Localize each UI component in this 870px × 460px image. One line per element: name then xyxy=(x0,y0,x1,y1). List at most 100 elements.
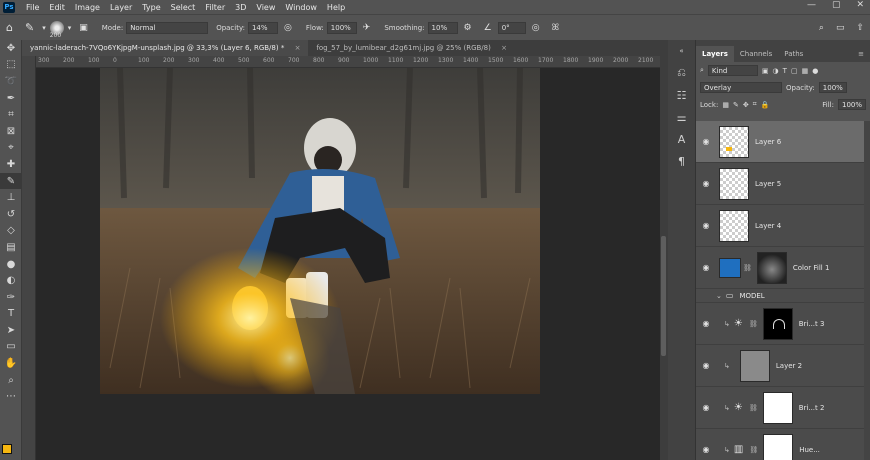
fill-field[interactable]: 100% xyxy=(837,99,866,110)
quick-select-tool-icon[interactable]: ✒ xyxy=(0,90,22,107)
lock-pixels-icon[interactable]: ▦ xyxy=(722,101,729,109)
home-icon[interactable]: ⌂ xyxy=(6,21,13,34)
brush-preset-picker[interactable]: 200 xyxy=(49,20,64,39)
eye-icon[interactable]: ◉ xyxy=(696,263,716,272)
canvas-vertical-scrollbar[interactable] xyxy=(660,56,668,460)
layer-row[interactable]: ◉ Layer 6 xyxy=(696,121,870,163)
tab-layers[interactable]: Layers xyxy=(696,46,734,62)
lock-artboard-icon[interactable]: ⌗ xyxy=(753,100,757,109)
menu-filter[interactable]: Filter xyxy=(200,3,230,12)
lock-all-icon[interactable]: 🔒 xyxy=(761,101,770,109)
filter-toggle-icon[interactable]: ● xyxy=(812,67,818,75)
layers-scrollbar[interactable] xyxy=(864,121,870,460)
foreground-color-swatch[interactable] xyxy=(2,444,12,454)
type-tool-icon[interactable]: T xyxy=(0,306,22,323)
pressure-opacity-icon[interactable]: ◎ xyxy=(284,23,292,33)
menu-select[interactable]: Select xyxy=(166,3,201,12)
collapse-panels-icon[interactable]: « xyxy=(668,40,695,62)
character-panel-icon[interactable]: A xyxy=(668,128,695,150)
menu-window[interactable]: Window xyxy=(280,3,322,12)
layer-row[interactable]: ◉ Layer 4 xyxy=(696,205,870,247)
document-canvas-image[interactable] xyxy=(100,68,540,394)
chevron-down-icon[interactable]: ⌄ xyxy=(716,292,722,300)
menu-layer[interactable]: Layer xyxy=(105,3,137,12)
airbrush-icon[interactable]: ✈ xyxy=(363,23,371,33)
history-brush-tool-icon[interactable]: ↺ xyxy=(0,206,22,223)
lock-paint-icon[interactable]: ✎ xyxy=(733,101,739,109)
eye-icon[interactable]: ◉ xyxy=(696,179,716,188)
clone-stamp-tool-icon[interactable]: ⊥ xyxy=(0,189,22,206)
layer-row[interactable]: ◉ ↳ ▥ ⛓ Hue... xyxy=(696,429,870,460)
hand-tool-icon[interactable]: ✋ xyxy=(0,355,22,372)
filter-pixel-icon[interactable]: ▣ xyxy=(762,67,769,75)
more-tools-icon[interactable]: ⋯ xyxy=(0,388,22,405)
layer-opacity-field[interactable]: 100% xyxy=(818,82,847,93)
move-tool-icon[interactable]: ✥ xyxy=(0,40,22,57)
document-tab-active[interactable]: yannic-laderach-7VQo6YKjpgM-unsplash.jpg… xyxy=(22,40,309,56)
brush-settings-icon[interactable]: ▣ xyxy=(79,23,88,33)
lock-position-icon[interactable]: ✥ xyxy=(743,101,749,109)
smoothing-field[interactable]: 10% xyxy=(427,21,458,34)
chevron-down-icon[interactable]: ▾ xyxy=(42,24,46,32)
menu-view[interactable]: View xyxy=(251,3,280,12)
eye-icon[interactable]: ◉ xyxy=(696,361,716,370)
flow-field[interactable]: 100% xyxy=(326,21,357,34)
brush-tool-icon[interactable]: ✎ xyxy=(0,172,22,190)
maximize-button[interactable]: ▢ xyxy=(832,0,841,10)
marquee-tool-icon[interactable]: ⬚ xyxy=(0,57,22,74)
properties-panel-icon[interactable]: ☷ xyxy=(668,84,695,106)
lasso-tool-icon[interactable]: ➰ xyxy=(0,73,22,90)
menu-type[interactable]: Type xyxy=(137,3,165,12)
frame-tool-icon[interactable]: ⊠ xyxy=(0,123,22,140)
history-panel-icon[interactable]: ⎌ xyxy=(668,62,695,84)
brush-tool-icon[interactable]: ✎ xyxy=(25,21,34,34)
symmetry-icon[interactable]: ꕤ xyxy=(552,23,560,33)
search-icon[interactable]: ⌕ xyxy=(819,23,824,33)
gradient-tool-icon[interactable]: ▤ xyxy=(0,239,22,256)
close-tab-icon[interactable]: × xyxy=(501,44,507,52)
panel-menu-icon[interactable]: ≡ xyxy=(852,46,870,62)
dodge-tool-icon[interactable]: ◐ xyxy=(0,272,22,289)
rectangle-tool-icon[interactable]: ▭ xyxy=(0,339,22,356)
document-tab[interactable]: fog_57_by_lumibear_d2g61mj.jpg @ 25% (RG… xyxy=(308,40,515,56)
filter-smart-object-icon[interactable]: ▦ xyxy=(802,67,809,75)
layer-row[interactable]: ◉ ↳ Layer 2 xyxy=(696,345,870,387)
eye-icon[interactable]: ◉ xyxy=(696,137,716,146)
healing-brush-tool-icon[interactable]: ✚ xyxy=(0,156,22,173)
zoom-tool-icon[interactable]: ⌕ xyxy=(0,372,22,389)
tab-channels[interactable]: Channels xyxy=(734,46,778,62)
scrollbar-thumb[interactable] xyxy=(661,236,666,356)
paragraph-panel-icon[interactable]: ¶ xyxy=(668,150,695,172)
filter-kind-select[interactable]: Kind xyxy=(707,65,758,76)
menu-image[interactable]: Image xyxy=(70,3,105,12)
opacity-field[interactable]: 14% xyxy=(247,21,278,34)
filter-shape-icon[interactable]: ▢ xyxy=(791,67,798,75)
blend-mode-select[interactable]: Overlay xyxy=(700,82,782,93)
layer-group-row[interactable]: ⌄ ▭ MODEL xyxy=(696,289,870,303)
tab-paths[interactable]: Paths xyxy=(778,46,809,62)
close-tab-icon[interactable]: × xyxy=(295,44,301,52)
filter-adjustment-icon[interactable]: ◑ xyxy=(773,67,779,75)
layer-row[interactable]: ◉ ↳ ☀ ⛓ Bri...t 3 xyxy=(696,303,870,345)
workspace-icon[interactable]: ▭ xyxy=(836,23,845,33)
pressure-size-icon[interactable]: ◎ xyxy=(532,23,540,33)
menu-edit[interactable]: Edit xyxy=(44,3,70,12)
eraser-tool-icon[interactable]: ◇ xyxy=(0,223,22,240)
menu-help[interactable]: Help xyxy=(322,3,350,12)
close-window-button[interactable]: ✕ xyxy=(856,0,864,10)
crop-tool-icon[interactable]: ⌗ xyxy=(0,106,22,123)
path-select-tool-icon[interactable]: ➤ xyxy=(0,322,22,339)
pen-tool-icon[interactable]: ✑ xyxy=(0,289,22,306)
layer-row[interactable]: ◉ ↳ ☀ ⛓ Bri...t 2 xyxy=(696,387,870,429)
layer-row[interactable]: ◉ ⛓ Color Fill 1 xyxy=(696,247,870,289)
eye-icon[interactable]: ◉ xyxy=(696,319,716,328)
blur-tool-icon[interactable]: ● xyxy=(0,256,22,273)
chevron-down-icon[interactable]: ▾ xyxy=(68,24,72,32)
filter-type-icon[interactable]: T xyxy=(783,67,787,75)
angle-field[interactable]: 0° xyxy=(497,21,526,34)
eye-icon[interactable]: ◉ xyxy=(696,403,716,412)
gear-icon[interactable]: ⚙ xyxy=(464,23,472,33)
eyedropper-tool-icon[interactable]: ⌖ xyxy=(0,140,22,157)
eye-icon[interactable]: ◉ xyxy=(696,445,716,454)
menu-file[interactable]: File xyxy=(21,3,44,12)
